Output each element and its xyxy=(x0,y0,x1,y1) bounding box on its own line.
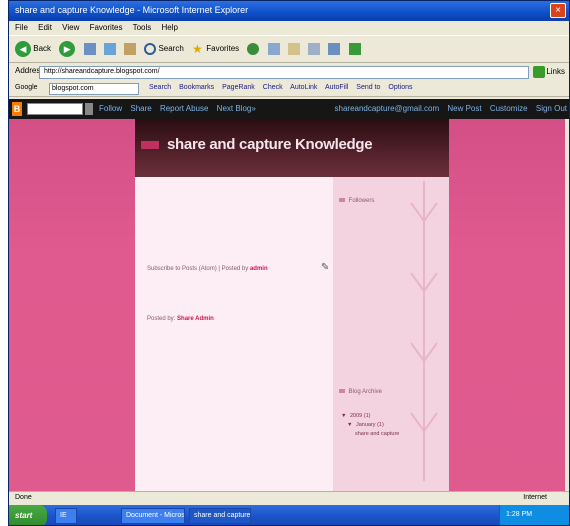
blog-container: share and capture Knowledge Subscribe to… xyxy=(135,119,449,491)
google-autolink-link[interactable]: AutoLink xyxy=(290,84,317,91)
google-bookmarks-link[interactable]: Bookmarks xyxy=(179,84,214,91)
header-logo-icon xyxy=(141,141,159,149)
print-icon[interactable] xyxy=(308,43,321,55)
google-autofill-link[interactable]: AutoFill xyxy=(325,84,348,91)
post-footer: Subscribe to Posts (Atom) | Posted by ad… xyxy=(147,266,268,272)
menu-file[interactable]: File xyxy=(15,23,28,32)
taskbar-item-ie[interactable]: IE xyxy=(55,508,77,524)
posted-by-label: Posted by: xyxy=(147,316,176,322)
menu-view[interactable]: View xyxy=(62,23,79,32)
system-tray: 1:28 PM xyxy=(499,505,569,525)
messenger-icon[interactable] xyxy=(348,43,361,55)
archive-title-text: Blog Archive xyxy=(348,389,383,395)
links-label[interactable]: Links xyxy=(546,67,565,76)
window-title: share and capture Knowledge - Microsoft … xyxy=(15,5,249,15)
favorites-button[interactable]: ★ Favorites xyxy=(192,43,239,55)
google-search-input[interactable]: blogspot.com xyxy=(49,83,139,95)
post-footer-text: Subscribe to Posts (Atom) | Posted by xyxy=(147,266,249,272)
tray-clock: 1:28 PM xyxy=(506,511,533,518)
blogger-logo-icon[interactable]: B xyxy=(12,102,22,116)
new-post-link[interactable]: New Post xyxy=(447,104,481,113)
title-bar: share and capture Knowledge - Microsoft … xyxy=(9,1,569,21)
follow-link[interactable]: Follow xyxy=(99,104,122,113)
sidebar-decoration-icon xyxy=(410,181,438,481)
page-viewport: B Follow Share Report Abuse Next Blog» s… xyxy=(9,99,569,491)
star-icon: ★ xyxy=(192,42,203,56)
posted-by: Posted by: Share Admin xyxy=(147,316,214,322)
next-blog-link[interactable]: Next Blog» xyxy=(217,104,256,113)
status-text: Done xyxy=(15,494,32,501)
google-options-link[interactable]: Options xyxy=(388,84,412,91)
archive-post-link[interactable]: share and capture xyxy=(355,431,399,437)
blog-header: share and capture Knowledge xyxy=(135,119,449,177)
back-label: Back xyxy=(33,44,52,54)
back-button[interactable]: ◀ Back xyxy=(15,41,51,57)
browser-window: share and capture Knowledge - Microsoft … xyxy=(8,0,570,526)
history-icon[interactable] xyxy=(267,43,280,55)
menu-favorites[interactable]: Favorites xyxy=(90,23,123,32)
google-pagerank-link[interactable]: PageRank xyxy=(222,84,255,91)
archive-month[interactable]: ▼ January (1) xyxy=(347,422,384,428)
blog-title[interactable]: share and capture Knowledge xyxy=(167,136,373,153)
expand-triangle-icon: ▼ xyxy=(341,413,347,419)
google-sendto-link[interactable]: Send to xyxy=(356,84,380,91)
user-email-link[interactable]: shareandcapture@gmail.com xyxy=(335,104,440,113)
main-column: Subscribe to Posts (Atom) | Posted by ad… xyxy=(135,177,333,491)
navbar-search-button[interactable] xyxy=(85,103,93,115)
archive-year[interactable]: ▼ 2009 (1) xyxy=(341,413,370,419)
archive-year-label: 2009 (1) xyxy=(349,413,371,419)
posted-by-link[interactable]: Share Admin xyxy=(177,316,214,322)
edit-pencil-icon[interactable]: ✎ xyxy=(321,262,329,273)
refresh-icon[interactable] xyxy=(103,43,116,55)
post-author-link[interactable]: admin xyxy=(250,266,268,272)
status-zone: Internet xyxy=(523,494,547,501)
google-label: Google xyxy=(15,84,38,91)
menu-bar: File Edit View Favorites Tools Help xyxy=(9,21,569,35)
status-bar: Done Internet xyxy=(9,491,569,505)
close-window-button[interactable]: × xyxy=(550,3,566,18)
archive-month-label: January (1) xyxy=(355,422,384,428)
taskbar: start IE Document - Microsoft share and … xyxy=(9,505,569,525)
taskbar-item-document[interactable]: Document - Microsoft xyxy=(121,508,185,524)
media-icon[interactable] xyxy=(247,43,260,55)
home-icon[interactable] xyxy=(123,43,136,55)
search-label: Search xyxy=(158,44,184,54)
report-abuse-link[interactable]: Report Abuse xyxy=(160,104,208,113)
expand-triangle-icon: ▼ xyxy=(347,422,353,428)
navbar-search-input[interactable] xyxy=(27,103,83,115)
google-search-link[interactable]: Search xyxy=(149,84,171,91)
address-input[interactable]: http://shareandcapture.blogspot.com/ xyxy=(39,66,529,79)
sidebar: Followers Blog Archive ▼ 2009 (1) ▼ Janu… xyxy=(333,177,449,491)
followers-bullet-icon xyxy=(339,198,345,202)
followers-widget-title: Followers xyxy=(339,198,374,204)
menu-tools[interactable]: Tools xyxy=(133,23,152,32)
mail-icon[interactable] xyxy=(287,43,300,55)
customize-link[interactable]: Customize xyxy=(490,104,528,113)
address-bar: Address http://shareandcapture.blogspot.… xyxy=(9,63,569,81)
standard-toolbar: ◀ Back ▶ Search ★ Favorites xyxy=(9,35,569,63)
edit-icon[interactable] xyxy=(328,43,341,55)
forward-button[interactable]: ▶ xyxy=(59,41,76,57)
favorites-label: Favorites xyxy=(206,44,240,54)
archive-widget-title: Blog Archive xyxy=(339,389,382,395)
search-button[interactable]: Search xyxy=(144,43,184,55)
followers-title-text: Followers xyxy=(348,198,375,204)
forward-arrow-icon: ▶ xyxy=(59,41,76,57)
google-toolbar: Google blogspot.com Search Bookmarks Pag… xyxy=(9,81,569,97)
page-scrollbar[interactable] xyxy=(565,119,569,491)
share-link[interactable]: Share xyxy=(130,104,151,113)
stop-icon[interactable] xyxy=(83,43,96,55)
sign-out-link[interactable]: Sign Out xyxy=(536,104,567,113)
menu-help[interactable]: Help xyxy=(162,23,178,32)
start-button[interactable]: start xyxy=(9,505,47,525)
blogger-navbar: B Follow Share Report Abuse Next Blog» s… xyxy=(9,99,569,119)
google-check-link[interactable]: Check xyxy=(263,84,283,91)
menu-edit[interactable]: Edit xyxy=(38,23,52,32)
archive-bullet-icon xyxy=(339,389,345,393)
back-arrow-icon: ◀ xyxy=(15,41,31,57)
go-button[interactable] xyxy=(533,66,545,78)
taskbar-item-browser[interactable]: share and capture Kn... xyxy=(189,508,251,524)
search-icon xyxy=(144,43,157,55)
